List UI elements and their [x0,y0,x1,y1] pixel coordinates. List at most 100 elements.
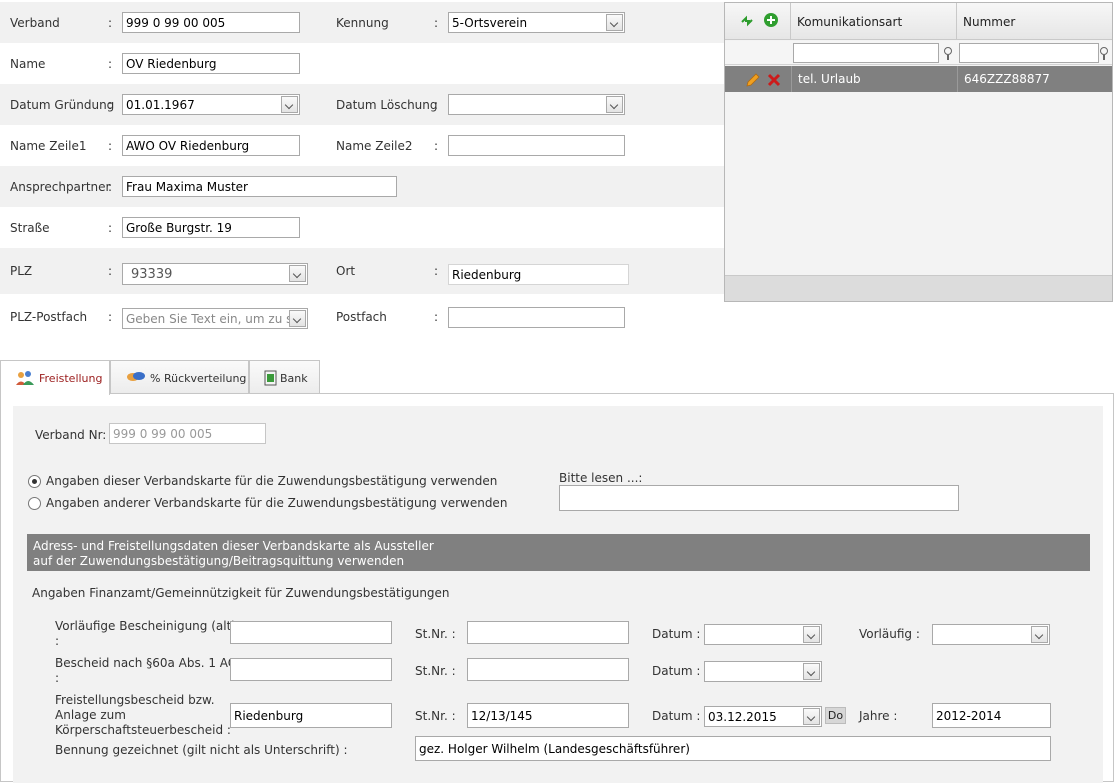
weekday-badge: Do [825,707,846,724]
colon: : [434,264,439,278]
strasse-input[interactable]: Große Burgstr. 19 [122,217,300,238]
freistellungsbescheid-input[interactable]: Riedenburg [230,703,392,728]
chevron-down-icon[interactable] [289,265,306,282]
datum-loeschung-select[interactable] [448,94,625,115]
verband-label: Verband [10,16,60,30]
ort-input[interactable]: Riedenburg [448,264,629,285]
datum-loeschung-label: Datum Löschung [336,98,438,112]
radio-diese-verbandskarte[interactable] [28,475,41,488]
freistellungsbescheid-stnr-input[interactable]: 12/13/145 [467,703,629,728]
grid-header-label: Nummer [963,15,1016,29]
tab-panel-freistellung: Verband Nr: 999 0 99 00 005 Angaben dies… [0,393,1114,783]
vorlaeufig-select[interactable] [932,624,1050,645]
name-zeile1-input[interactable]: AWO OV Riedenburg [122,135,300,156]
bescheid-label: Bescheid nach §60a Abs. 1 AO [55,656,238,670]
colon: : [108,221,113,235]
tab-label: % Rückverteilung [150,372,247,385]
section-title: Angaben Finanzamt/Gemeinnützigkeit für Z… [32,586,450,600]
bescheid-colon: : [55,671,60,685]
grid-header-label: Komunikationsart [797,15,903,29]
colon: : [434,139,439,153]
freistellungsbescheid-datum-select[interactable]: 03.12.2015 [704,706,822,727]
kennung-label: Kennung [336,16,389,30]
handshake-icon [127,372,145,381]
delete-x-icon[interactable] [767,73,781,87]
tab-label: Bank [280,372,308,385]
chevron-down-icon[interactable] [289,310,306,327]
stnr-label: St.Nr. : [415,664,456,678]
colon: : [108,310,113,324]
people-icon [16,371,34,385]
colon: : [108,57,113,71]
freistellungsbescheid-label-2: Anlage zum [55,708,126,722]
chevron-down-icon[interactable] [803,708,820,725]
vorlaeufige-stnr-input[interactable] [467,621,629,644]
colon: : [108,139,113,153]
stnr-label: St.Nr. : [415,709,456,723]
datum-gruendung-value: 01.01.1967 [126,98,195,112]
filter-icon[interactable] [944,47,952,60]
add-icon[interactable] [763,12,779,28]
chevron-down-icon[interactable] [803,663,820,680]
freistellungsbescheid-datum-value: 03.12.2015 [708,710,777,724]
ansprechpartner-input[interactable]: Frau Maxima Muster [122,176,397,197]
grid-footer [725,275,1112,301]
ansprechpartner-label: Ansprechpartner [10,180,111,194]
postfach-label: Postfach [336,310,387,324]
vorlaeufige-datum-select[interactable] [704,624,822,645]
vorlaeufig-label: Vorläufig : [859,627,920,641]
datum-gruendung-label: Datum Gründung [10,98,115,112]
filter-input-komunikationsart[interactable] [793,43,939,63]
grid-header-nummer[interactable]: Nummer [957,3,1112,40]
plz-postfach-combobox[interactable]: Geben Sie Text ein, um zu su [122,308,308,329]
filter-icon[interactable] [1100,47,1108,60]
radio-diese-label: Angaben dieser Verbandskarte für die Zuw… [46,474,498,488]
radio-andere-verbandskarte[interactable] [28,497,41,510]
stnr-label: St.Nr. : [415,627,456,641]
tab-label: Freistellung [39,372,103,385]
edit-pencil-icon[interactable] [745,72,761,88]
tab-bank[interactable]: Bank [249,360,320,394]
tab-freistellung[interactable]: Freistellung [0,360,110,395]
name-input[interactable]: OV Riedenburg [122,53,300,74]
chevron-down-icon[interactable] [803,626,820,643]
verband-input[interactable]: 999 0 99 00 005 [122,12,300,33]
plz-postfach-label: PLZ-Postfach [10,310,88,324]
colon: : [108,98,113,112]
name-zeile1-label: Name Zeile1 [10,139,87,153]
grid-header-komunikationsart[interactable]: Komunikationsart [791,3,957,40]
name-zeile2-input[interactable] [448,135,625,156]
grid-divider [791,66,792,92]
plz-postfach-placeholder: Geben Sie Text ein, um zu su [126,312,300,326]
bescheid-input[interactable] [230,658,392,681]
bennung-label: Bennung gezeichnet (gilt nicht als Unter… [55,743,348,757]
datum-label: Datum : [652,709,701,723]
tab-rueckverteilung[interactable]: % Rückverteilung [110,360,249,394]
chevron-down-icon[interactable] [1031,626,1048,643]
bescheid-datum-select[interactable] [704,661,822,682]
vorlaeufige-input[interactable] [230,621,392,644]
postfach-input[interactable] [448,307,625,328]
bescheid-stnr-input[interactable] [467,658,629,681]
chevron-down-icon[interactable] [606,14,623,31]
colon: : [108,264,113,278]
jahre-input[interactable]: 2012-2014 [932,703,1051,728]
name-label: Name [10,57,46,71]
filter-input-nummer[interactable] [959,43,1099,63]
colon: : [108,16,113,30]
bitte-lesen-input[interactable] [559,485,959,511]
freistellungsbescheid-label-3: Körperschaftsteuerbescheid : [55,723,231,737]
chevron-down-icon[interactable] [606,96,623,113]
aussteller-band: Adress- und Freistellungsdaten dieser Ve… [27,534,1090,571]
refresh-icon[interactable] [739,13,755,29]
bennung-input[interactable]: gez. Holger Wilhelm (Landesgeschäftsführ… [415,736,1051,761]
plz-combobox[interactable]: 93339 [122,263,308,285]
verband-nr-input[interactable]: 999 0 99 00 005 [109,423,266,444]
ort-label: Ort [336,264,356,278]
kennung-select[interactable]: 5-Ortsverein [448,12,625,33]
table-row[interactable]: tel. Urlaub 646ZZZ88877 [725,66,1112,92]
jahre-label: Jahre : [859,709,898,723]
datum-gruendung-select[interactable]: 01.01.1967 [122,94,300,115]
grid-divider [957,66,958,92]
chevron-down-icon[interactable] [281,96,298,113]
